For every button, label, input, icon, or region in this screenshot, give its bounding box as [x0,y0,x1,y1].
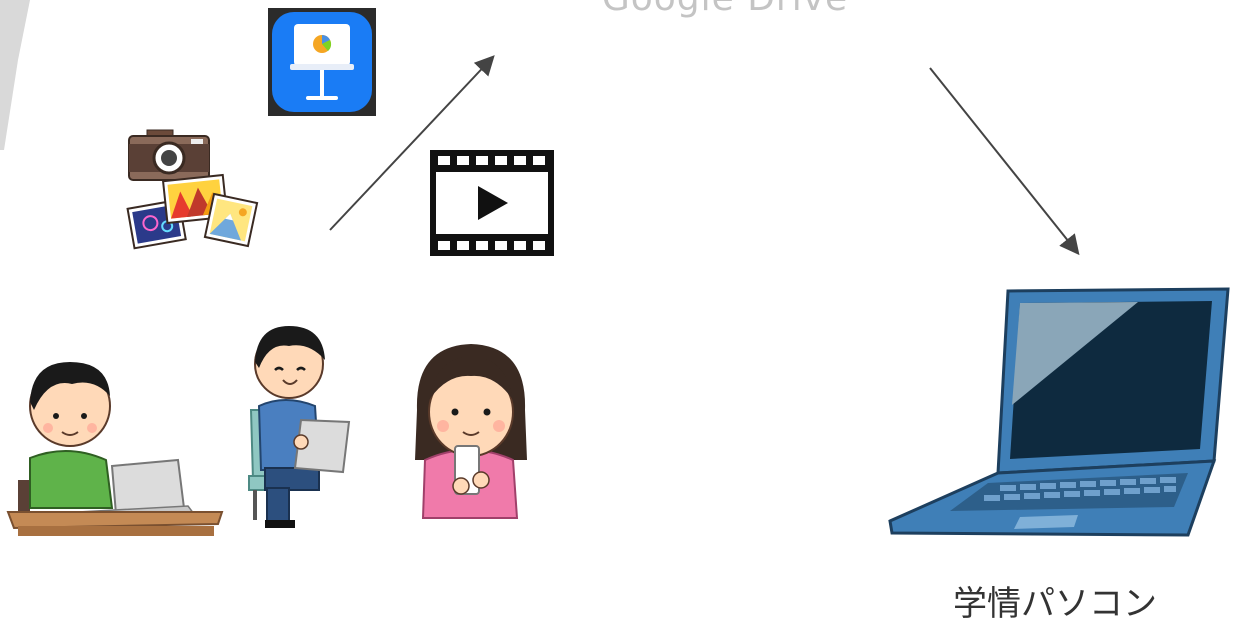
school-laptop-illustration [888,287,1230,537]
school-pc-label: 学情パソコン [953,584,1157,624]
person-tablet-illustration [248,326,351,528]
person-laptop-illustration [6,362,224,536]
video-film-icon [430,150,554,256]
camera-photos-icon [126,129,259,250]
keynote-app-icon [268,8,376,116]
person-smartphone-illustration [415,344,527,519]
